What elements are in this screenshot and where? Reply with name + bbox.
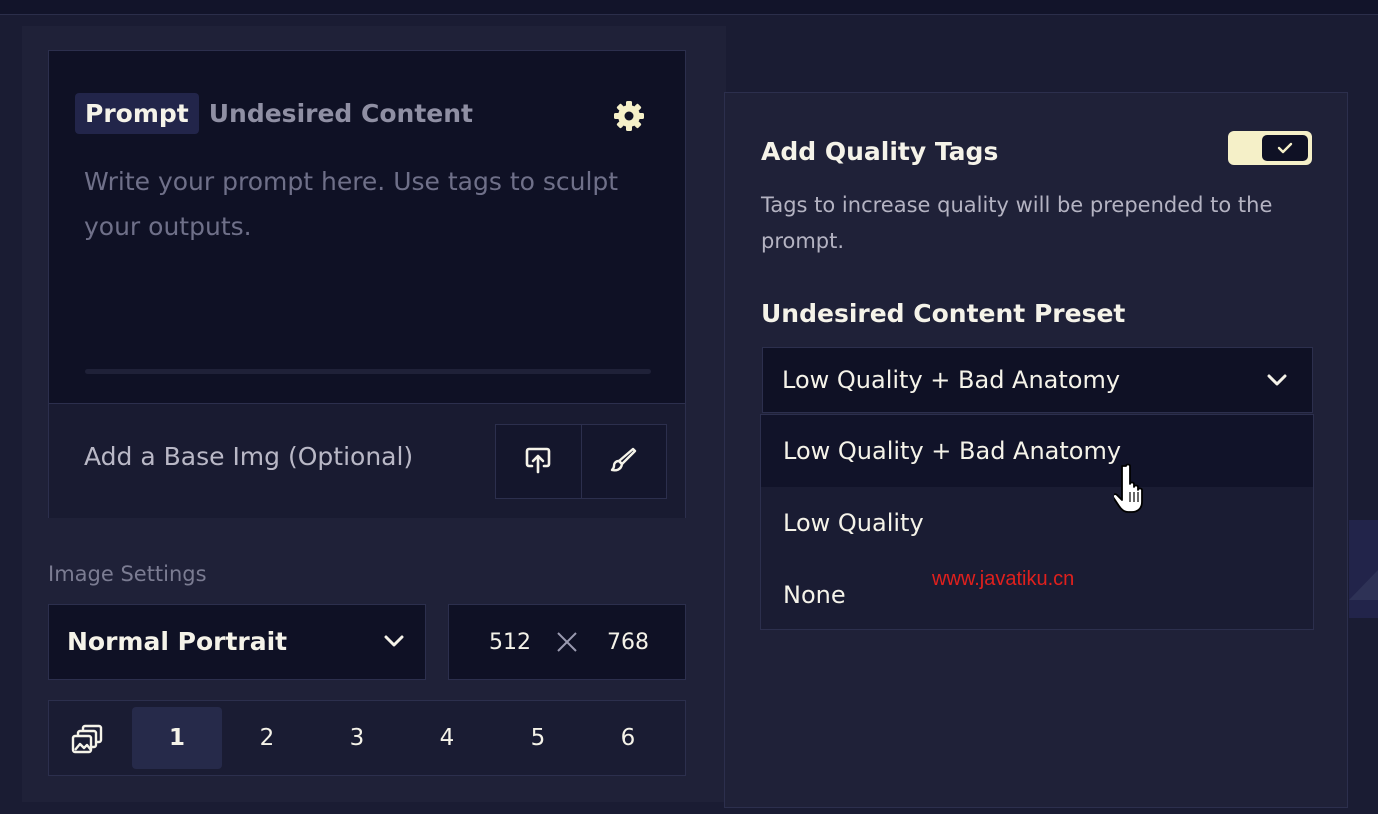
dropdown-option[interactable]: Low Quality bbox=[761, 487, 1313, 559]
base-image-label: Add a Base Img (Optional) bbox=[84, 442, 414, 471]
prompt-card: Prompt Undesired Content Write your prom… bbox=[48, 50, 686, 518]
images-stack-icon bbox=[71, 723, 105, 759]
upload-icon bbox=[523, 445, 553, 479]
prompt-tabs: Prompt Undesired Content bbox=[75, 88, 483, 138]
image-count-selector: 1 2 3 4 5 6 bbox=[48, 700, 686, 776]
quality-tags-description: Tags to increase quality will be prepend… bbox=[761, 193, 1273, 253]
brush-icon bbox=[609, 445, 639, 479]
image-settings-heading: Image Settings bbox=[48, 562, 207, 586]
gear-icon[interactable] bbox=[613, 100, 645, 132]
count-option-1[interactable]: 1 bbox=[132, 707, 222, 769]
upload-button[interactable] bbox=[496, 425, 581, 498]
dimensions-input: 512 768 bbox=[448, 604, 686, 680]
tab-undesired-content[interactable]: Undesired Content bbox=[199, 93, 483, 134]
base-image-buttons bbox=[495, 424, 667, 499]
base-image-section: Add a Base Img (Optional) bbox=[49, 403, 685, 518]
count-option-3[interactable]: 3 bbox=[312, 707, 402, 769]
prompt-input[interactable]: Write your prompt here. Use tags to scul… bbox=[84, 159, 654, 249]
dropdown-option[interactable]: Low Quality + Bad Anatomy bbox=[761, 415, 1313, 487]
watermark: www.javatiku.cn bbox=[932, 568, 1075, 590]
count-option-6[interactable]: 6 bbox=[583, 707, 673, 769]
undesired-preset-value: Low Quality + Bad Anatomy bbox=[782, 366, 1121, 394]
count-option-2[interactable]: 2 bbox=[222, 707, 312, 769]
undesired-preset-select[interactable]: Low Quality + Bad Anatomy bbox=[762, 347, 1313, 413]
image-preset-select[interactable]: Normal Portrait bbox=[48, 604, 426, 680]
side-panel-edge-decoration bbox=[1349, 570, 1378, 600]
paint-button[interactable] bbox=[580, 425, 667, 498]
tab-prompt[interactable]: Prompt bbox=[75, 92, 199, 134]
undesired-preset-title: Undesired Content Preset bbox=[761, 299, 1126, 328]
count-option-5[interactable]: 5 bbox=[493, 707, 583, 769]
quality-tags-toggle[interactable] bbox=[1228, 131, 1312, 165]
prompt-scrollbar[interactable] bbox=[85, 369, 651, 374]
quality-tags-title: Add Quality Tags bbox=[761, 137, 999, 166]
count-option-4[interactable]: 4 bbox=[402, 707, 492, 769]
undesired-preset-dropdown: Low Quality + Bad Anatomy Low Quality No… bbox=[760, 414, 1314, 630]
hand-cursor-icon bbox=[1111, 462, 1150, 518]
top-bar bbox=[0, 0, 1378, 15]
check-icon bbox=[1277, 139, 1293, 158]
chevron-down-icon bbox=[383, 633, 405, 652]
chevron-down-icon bbox=[1266, 372, 1288, 391]
width-input[interactable]: 512 bbox=[489, 630, 531, 655]
times-icon bbox=[555, 630, 579, 658]
toggle-knob bbox=[1262, 135, 1308, 161]
side-panel-edge bbox=[1349, 520, 1378, 618]
image-preset-value: Normal Portrait bbox=[67, 627, 288, 656]
height-input[interactable]: 768 bbox=[607, 630, 649, 655]
